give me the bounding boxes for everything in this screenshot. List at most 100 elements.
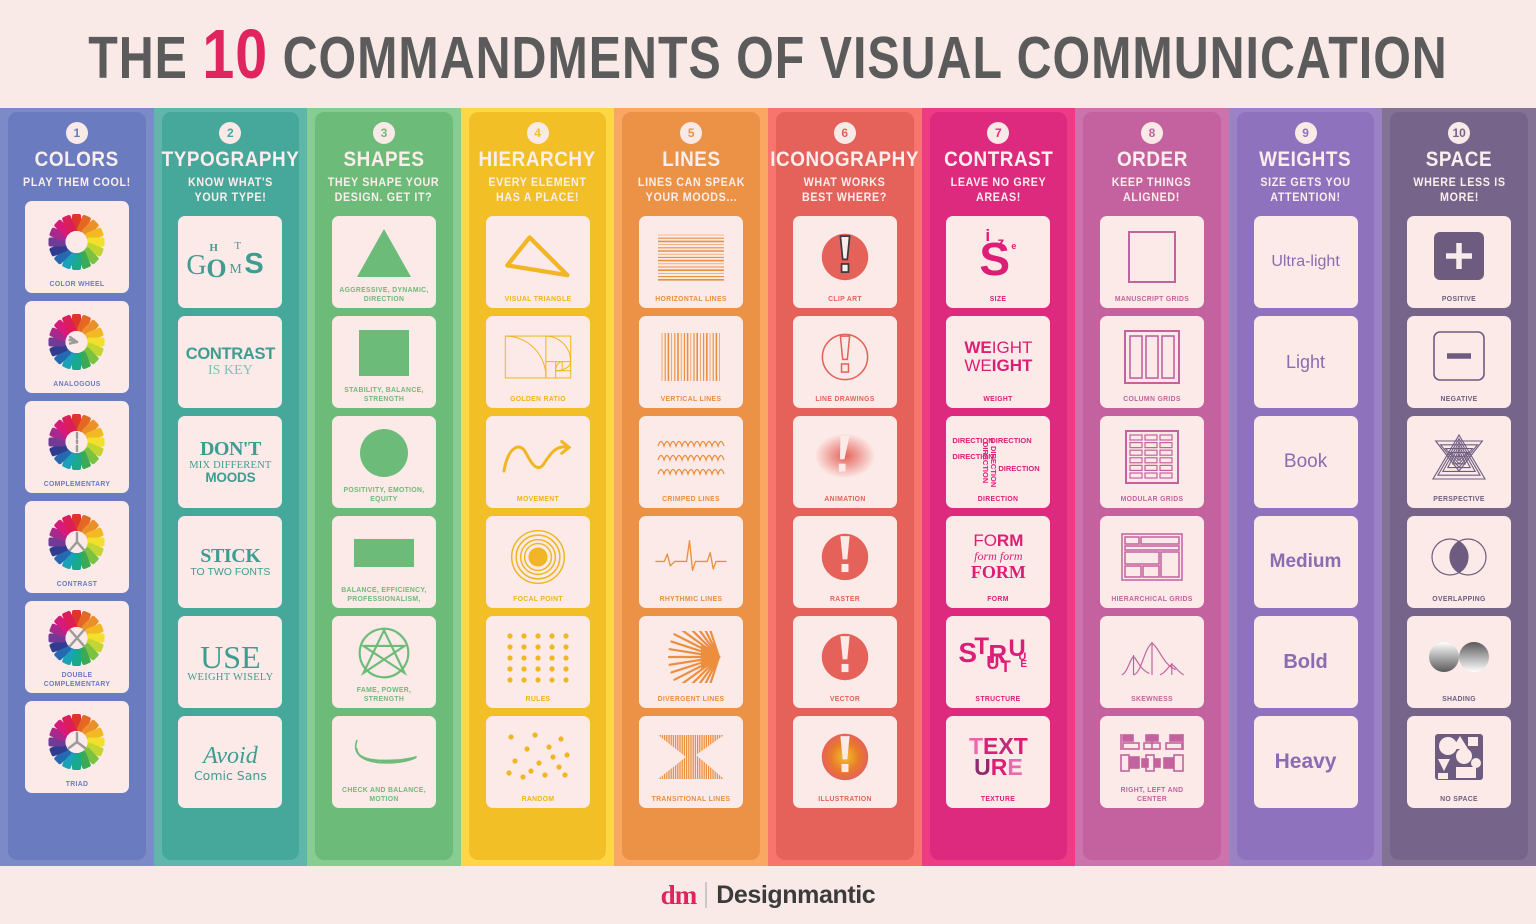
tile-space-perspective[interactable]: PERSPECTIVE (1407, 416, 1512, 509)
tile-space-positive[interactable]: POSITIVE (1407, 216, 1512, 309)
tile-caption: VERTICAL LINES (660, 394, 722, 404)
commandment-column[interactable]: 1 COLORS PLAY THEM COOL! COLOR WHEEL ANALOGO… (8, 112, 146, 860)
tile-space-negative[interactable]: NEGATIVE (1407, 316, 1512, 409)
tile-hier-random[interactable]: RANDOM (485, 716, 590, 809)
tile-wheel-contrast[interactable]: CONTRAST (24, 501, 129, 594)
hierarchical-grid-icon (1121, 533, 1183, 582)
commandment-column[interactable]: 7 CONTRAST LEAVE NO GREY AREAS! i z e S SIZE WEI… (929, 112, 1068, 860)
tile-typo-avoid[interactable]: Avoid Comic Sans (178, 716, 283, 809)
typography-sample: USE WEIGHT WISELY (187, 638, 274, 684)
tile-shape-square[interactable]: STABILITY, BALANCE, STRENGTH (331, 316, 436, 409)
tile-hier-golden[interactable]: GOLDEN RATIO (485, 316, 590, 409)
tile-icon-linedrawing[interactable]: LINE DRAWINGS (792, 316, 897, 409)
commandment-column[interactable]: 2 TYPOGRAPHY KNOW WHAT'S YOUR TYPE! G H O T M S C… (162, 112, 300, 860)
commandment-column[interactable]: 4 HIERARCHY EVERY ELEMENT HAS A PLACE! VISU… (468, 112, 607, 860)
tile-artwork (639, 516, 743, 594)
tile-wheel-double[interactable]: DOUBLE COMPLEMENTARY (24, 601, 129, 694)
tile-artwork: TEXT URE (946, 716, 1050, 794)
tile-space-nospace[interactable]: NO SPACE (1407, 716, 1512, 809)
weight-contrast-sample: WEIGHT WEIGHT (964, 337, 1033, 376)
commandment-title: LINES (661, 148, 721, 171)
shading-icon (1429, 642, 1490, 673)
commandment-column[interactable]: 8 ORDER KEEP THINGS ALIGNED! MANUSCRIPT GRI… (1083, 112, 1221, 860)
focal-point-icon (510, 530, 565, 585)
tile-shape-swoosh[interactable]: CHECK AND BALANCE, MOTION (331, 716, 436, 809)
tile-contrast-texture[interactable]: TEXT URE TEXTURE (946, 716, 1051, 809)
tile-space-shading[interactable]: SHADING (1407, 616, 1512, 709)
tile-typo-dont[interactable]: DON'T MIX DIFFERENT MOODS (178, 416, 283, 509)
tile-grid-skewness[interactable]: SKEWNESS (1099, 616, 1204, 709)
tile-wheel-triad[interactable]: TRIAD (24, 701, 129, 794)
tile-grid-column[interactable]: COLUMN GRIDS (1099, 316, 1204, 409)
tile-icon-illustration[interactable]: ILLUSTRATION (792, 716, 897, 809)
tile-hier-movement[interactable]: MOVEMENT (485, 416, 590, 509)
tile-typo-use[interactable]: USE WEIGHT WISELY (178, 616, 283, 709)
tile-shape-rect[interactable]: BALANCE, EFFICIENCY, PROFESSIONALISM, (331, 516, 436, 609)
tile-hier-focal[interactable]: FOCAL POINT (485, 516, 590, 609)
tile-weight-word[interactable]: Medium (1253, 516, 1358, 609)
commandment-column[interactable]: 5 LINES LINES CAN SPEAK YOUR MOODS... HORIZ… (622, 112, 760, 860)
tile-wheel-complementary[interactable]: COMPLEMENTARY (24, 401, 129, 494)
tile-weight-word[interactable]: Book (1253, 416, 1358, 509)
tile-artwork (639, 616, 743, 694)
tile-space-overlapping[interactable]: OVERLAPPING (1407, 516, 1512, 609)
tile-grid-modular[interactable]: MODULAR GRIDS (1099, 416, 1204, 509)
tile-weight-word[interactable]: Ultra-light (1253, 216, 1358, 309)
tile-contrast-direction[interactable]: DIRECTION DIRECTION DIRECTION DIRECTION DIRE… (946, 416, 1051, 509)
tile-typo-contrast[interactable]: CONTRAST IS KEY (178, 316, 283, 409)
tile-shape-pentagram[interactable]: FAME, POWER, STRENGTH (331, 616, 436, 709)
tile-artwork: Heavy (1254, 716, 1358, 808)
tile-hier-triangle[interactable]: VISUAL TRIANGLE (485, 216, 590, 309)
commandment-column[interactable]: 6 ICONOGRAPHY WHAT WORKS BEST WHERE? CLIP A… (770, 112, 919, 860)
color-wheel-icon (48, 214, 105, 271)
tile-grid-alignment[interactable]: RIGHT, LEFT AND CENTER (1099, 716, 1204, 809)
brand-name: Designmantic (716, 880, 876, 909)
tile-line-horizontal[interactable]: HORIZONTAL LINES (639, 216, 744, 309)
tile-weight-word[interactable]: Bold (1253, 616, 1358, 709)
tile-hier-rules[interactable]: RULES (485, 616, 590, 709)
tile-contrast-structure[interactable]: S T R U U T U E STRUCTURE (946, 616, 1051, 709)
texture-contrast-sample: TEXT URE (968, 732, 1028, 781)
triangle-icon (356, 228, 411, 277)
tile-shape-circle[interactable]: POSITIVITY, EMOTION, EQUITY (331, 416, 436, 509)
tile-icon-vector[interactable]: VECTOR (792, 616, 897, 709)
color-wheel-icon (48, 714, 105, 771)
tile-artwork (332, 216, 436, 285)
tile-grid-hierarchical[interactable]: HIERARCHICAL GRIDS (1099, 516, 1204, 609)
tile-line-rhythmic[interactable]: RHYTHMIC LINES (639, 516, 744, 609)
tile-icon-raster[interactable]: RASTER (792, 516, 897, 609)
tile-contrast-weight[interactable]: WEIGHT WEIGHT WEIGHT (946, 316, 1051, 409)
tile-wheel-plain[interactable]: COLOR WHEEL (24, 201, 129, 294)
tile-weight-word[interactable]: Light (1253, 316, 1358, 409)
tile-weight-word[interactable]: Heavy (1253, 716, 1358, 809)
tile-line-transitional[interactable]: TRANSITIONAL LINES (639, 716, 744, 809)
rules-grid-icon (506, 633, 569, 683)
tile-contrast-form[interactable]: FORM form form FORM FORM (946, 516, 1051, 609)
tile-caption: STRUCTURE (975, 694, 1021, 704)
commandment-column[interactable]: 9 WEIGHTS SIZE GETS YOU ATTENTION! Ultra-li… (1236, 112, 1375, 860)
tile-grid-manuscript[interactable]: MANUSCRIPT GRIDS (1099, 216, 1204, 309)
tile-typo-stick[interactable]: STICK TO TWO FONTS (178, 516, 283, 609)
tile-contrast-size[interactable]: i z e S SIZE (946, 216, 1051, 309)
tile-artwork (1100, 316, 1204, 394)
typography-sample: Avoid Comic Sans (193, 742, 267, 783)
tile-artwork (793, 616, 897, 694)
tile-caption: VECTOR (829, 694, 860, 704)
tile-list: HORIZONTAL LINES VERTICAL LINES CRIMPED LI… (622, 216, 760, 809)
tile-list: COLOR WHEEL ANALOGOUS COMPLEMENTARY CONTRAS… (8, 201, 146, 794)
commandment-subtitle: KEEP THINGS ALIGNED! (1112, 177, 1192, 205)
tile-icon-clipart[interactable]: CLIP ART (792, 216, 897, 309)
typography-sample: GHOTMS (186, 240, 264, 284)
tile-caption: VISUAL TRIANGLE (504, 294, 571, 304)
commandment-column[interactable]: 10 SPACE WHERE LESS IS MORE! POSITIVE NEGATI… (1390, 112, 1528, 860)
tile-line-vertical[interactable]: VERTICAL LINES (639, 316, 744, 409)
commandment-subtitle: PLAY THEM COOL! (22, 177, 131, 189)
tile-line-divergent[interactable]: DIVERGENT LINES (639, 616, 744, 709)
tile-icon-animation[interactable]: ANIMATION (792, 416, 897, 509)
commandment-column[interactable]: 3 SHAPES THEY SHAPE YOUR DESIGN. GET IT? AG… (315, 112, 453, 860)
tile-line-crimped[interactable]: CRIMPED LINES (639, 416, 744, 509)
tile-shape-triangle[interactable]: AGGRESSIVE, DYNAMIC, DIRECTION (331, 216, 436, 309)
tile-list: i z e S SIZE WEIGHT WEIGHT WEIGHT DIRECTION DIREC… (930, 216, 1068, 809)
tile-wheel-analogous[interactable]: ANALOGOUS (24, 301, 129, 394)
tile-typo-ghosts[interactable]: GHOTMS (178, 216, 283, 309)
